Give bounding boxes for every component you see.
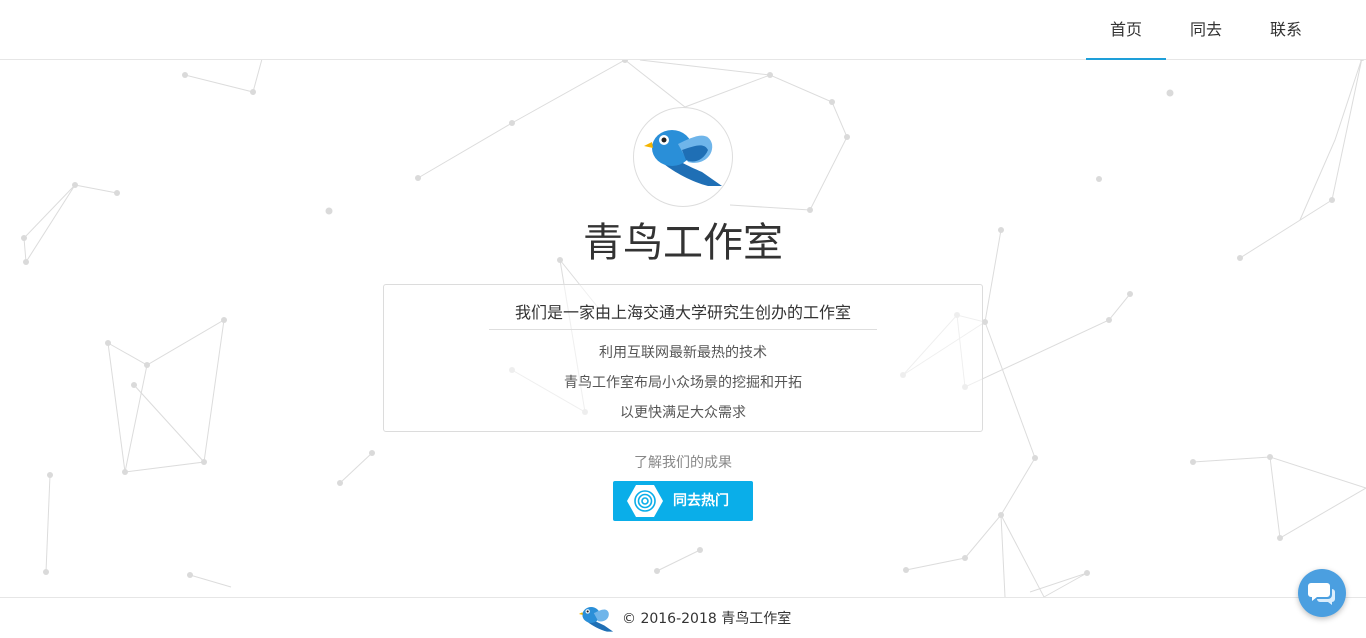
intro-line: 利用互联网最新最热的技术: [599, 345, 767, 361]
intro-divider: [489, 329, 877, 330]
spiral-hexagon-icon: [627, 485, 663, 517]
tongqu-hot-button[interactable]: 同去热门: [613, 481, 753, 521]
copyright-text: © 2016-2018 青鸟工作室: [622, 611, 792, 627]
intro-headline: 我们是一家由上海交通大学研究生创办的工作室: [514, 303, 851, 322]
bluebird-icon: [578, 607, 614, 632]
top-navbar: 首页 同去 联系: [0, 0, 1366, 60]
logo: [633, 107, 733, 207]
main-nav: 首页 同去 联系: [1086, 0, 1326, 60]
footer: © 2016-2018 青鸟工作室: [0, 597, 1366, 638]
results-label: 了解我们的成果: [634, 455, 732, 471]
nav-item-home[interactable]: 首页: [1086, 0, 1166, 60]
intro-line: 以更快满足大众需求: [620, 405, 746, 421]
nav-item-contact[interactable]: 联系: [1246, 0, 1326, 59]
hot-button-label: 同去热门: [673, 493, 729, 509]
intro-card: 我们是一家由上海交通大学研究生创办的工作室 利用互联网最新最热的技术 青鸟工作室…: [383, 284, 983, 432]
nav-item-tongqu[interactable]: 同去: [1166, 0, 1246, 59]
chat-bubbles-icon: [1308, 583, 1335, 605]
intro-line: 青鸟工作室布局小众场景的挖掘和开拓: [564, 375, 802, 391]
page-title: 青鸟工作室: [583, 220, 783, 266]
bluebird-icon: [644, 130, 722, 186]
chat-button[interactable]: [1298, 569, 1346, 617]
hero-section: 青鸟工作室 我们是一家由上海交通大学研究生创办的工作室 利用互联网最新最热的技术…: [0, 60, 1366, 597]
